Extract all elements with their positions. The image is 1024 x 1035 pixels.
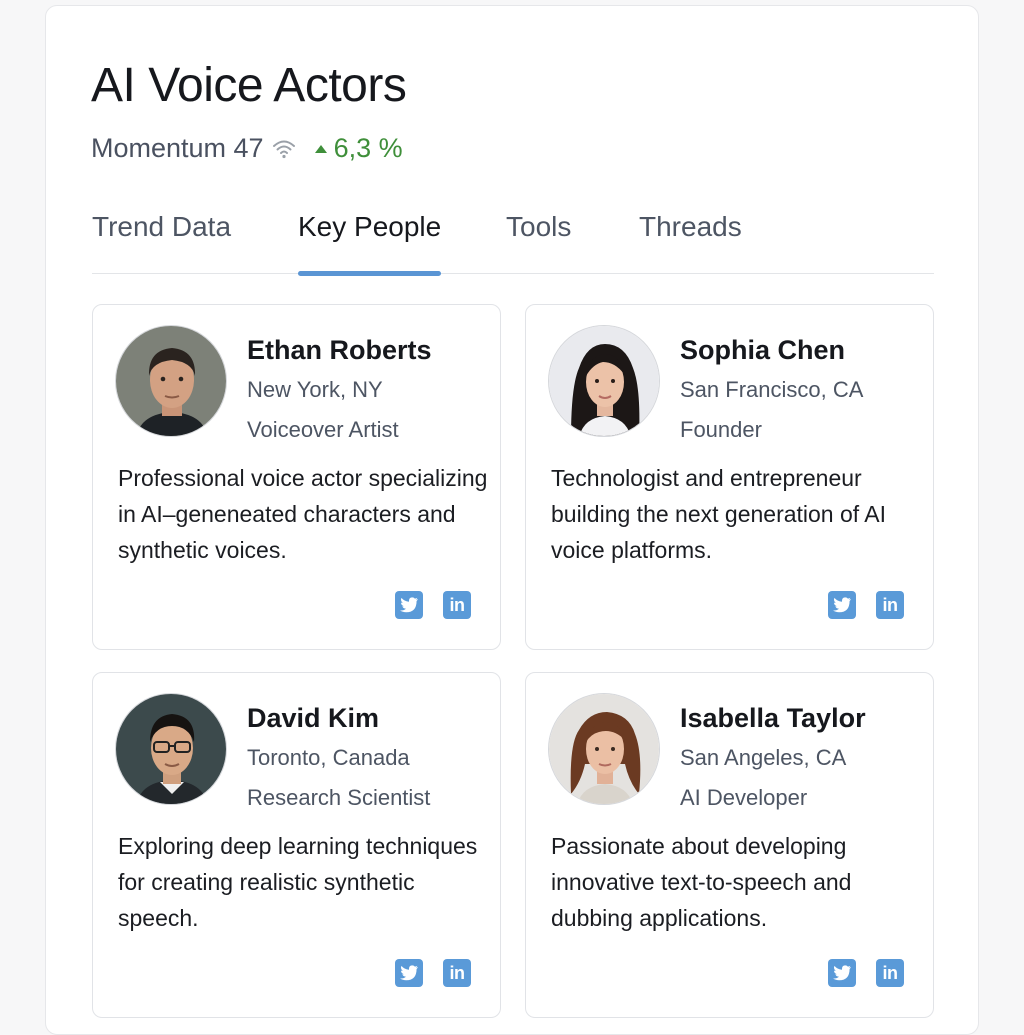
person-location: Toronto, Canada (247, 745, 410, 770)
person-location: New York, NY (247, 377, 383, 402)
person-card-isabella-taylor[interactable]: Isabella Taylor San Angeles, CA AI Devel… (525, 672, 934, 1018)
person-card-sophia-chen[interactable]: Sophia Chen San Francisco, CA Founder Te… (525, 304, 934, 650)
tab-threads[interactable]: Threads (639, 211, 742, 274)
person-bio: Professional voice actor specializing in… (118, 465, 488, 563)
twitter-icon[interactable] (395, 591, 423, 619)
linkedin-icon[interactable]: in (443, 591, 471, 619)
momentum-label: Momentum 47 (91, 133, 264, 163)
page-title: AI Voice Actors (91, 59, 407, 112)
person-bio: Technologist and entrepreneur building t… (551, 465, 887, 563)
signal-icon (272, 137, 296, 161)
person-bio: Exploring deep learning techniques for c… (118, 833, 478, 931)
tab-bar: Trend Data Key People Tools Threads (92, 211, 934, 276)
person-name: Ethan Roberts (247, 335, 432, 365)
tab-key-people[interactable]: Key People (298, 211, 442, 276)
person-name: David Kim (247, 703, 380, 733)
person-role: Voiceover Artist (247, 417, 399, 442)
trend-panel: AI Voice Actors Momentum 47 6,3 % Trend … (45, 5, 979, 1035)
momentum-change: 6,3 % (314, 133, 403, 164)
person-name: Sophia Chen (680, 335, 846, 365)
person-role: AI Developer (680, 785, 808, 810)
person-role: Research Scientist (247, 785, 431, 810)
tab-trend-data[interactable]: Trend Data (92, 211, 231, 274)
avatar (548, 325, 660, 437)
person-card-ethan-roberts[interactable]: Ethan Roberts New York, NY Voiceover Art… (92, 304, 501, 650)
avatar (115, 325, 227, 437)
avatar (115, 693, 227, 805)
person-card-david-kim[interactable]: David Kim Toronto, Canada Research Scien… (92, 672, 501, 1018)
momentum-row: Momentum 47 6,3 % (91, 133, 403, 164)
twitter-icon[interactable] (828, 959, 856, 987)
linkedin-icon[interactable]: in (443, 959, 471, 987)
person-name: Isabella Taylor (680, 703, 866, 733)
trend-up-icon (314, 144, 327, 153)
avatar (548, 693, 660, 805)
twitter-icon[interactable] (828, 591, 856, 619)
twitter-icon[interactable] (395, 959, 423, 987)
person-location: San Francisco, CA (680, 377, 864, 402)
person-location: San Angeles, CA (680, 745, 847, 770)
person-role: Founder (680, 417, 762, 442)
linkedin-icon[interactable]: in (876, 591, 904, 619)
tab-tools[interactable]: Tools (506, 211, 571, 274)
linkedin-icon[interactable]: in (876, 959, 904, 987)
momentum-change-value: 6,3 % (333, 133, 403, 163)
person-bio: Passionate about developing innovative t… (551, 833, 852, 931)
